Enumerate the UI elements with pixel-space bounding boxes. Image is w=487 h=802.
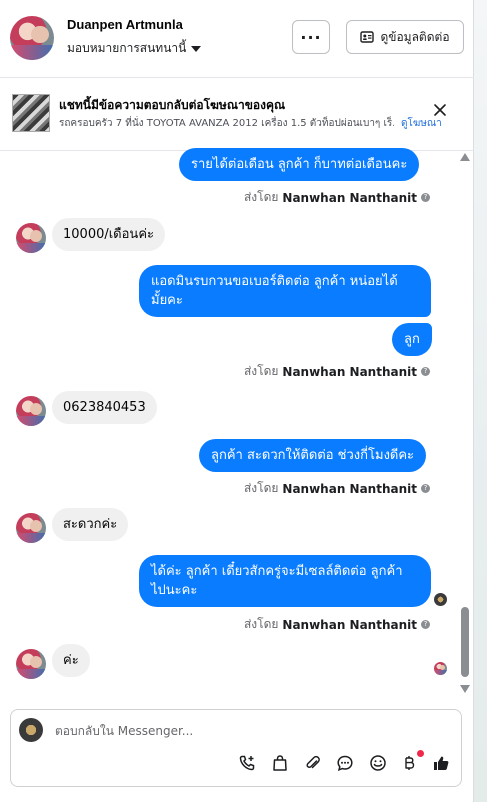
sender-name: Nanwhan Nanthanit	[282, 617, 417, 632]
outgoing-message[interactable]: ลูกค้า สะดวกให้ติดต่อ ช่วงกี่โมงดีคะ	[199, 439, 427, 472]
contact-name[interactable]: Duanpen Artmunla	[67, 17, 183, 32]
notification-dot	[417, 750, 424, 757]
message-text: 10000/เดือนค่ะ	[63, 227, 154, 242]
view-ad-link[interactable]: ดูโฆษณา	[401, 116, 442, 131]
outgoing-message[interactable]: ลูก	[392, 323, 432, 356]
ad-reply-banner: แชทนี้มีข้อความตอบกลับต่อโฆษณาของคุณ รถค…	[0, 79, 474, 151]
sender-name: Nanwhan Nanthanit	[282, 364, 417, 379]
incoming-message[interactable]: ค่ะ	[52, 644, 90, 677]
chevron-down-icon	[191, 45, 202, 52]
help-icon[interactable]: ?	[421, 484, 430, 493]
outgoing-message[interactable]: รายได้ต่อเดือน ลูกค้า ก็บาทต่อเดือนคะ	[179, 148, 420, 181]
page-avatar	[19, 718, 43, 742]
incoming-message[interactable]: 10000/เดือนค่ะ	[52, 218, 165, 251]
sent-by-prefix: ส่งโดย	[243, 364, 279, 378]
close-icon[interactable]	[433, 103, 447, 117]
chat-bubble-icon[interactable]	[334, 752, 356, 774]
contact-card-icon	[360, 31, 375, 43]
reply-input[interactable]	[55, 720, 435, 742]
contact-avatar[interactable]	[16, 649, 46, 679]
outgoing-message[interactable]: ได้ค่ะ ลูกค้า เดี๋ยวสักครู่จะมีเซลล์ติดต…	[139, 555, 431, 607]
assign-conversation-dropdown[interactable]: มอบหมายการสนทนานี้	[67, 39, 202, 58]
contact-avatar[interactable]	[10, 16, 54, 60]
sender-name: Nanwhan Nanthanit	[282, 481, 417, 496]
view-contact-label: ดูข้อมูลติดต่อ	[380, 29, 450, 44]
message-text-line: แอดมินรบกวนขอเบอร์ติดต่อ ลูกค้า หน่อยได้	[151, 274, 398, 289]
conversation-panel: Duanpen Artmunla มอบหมายการสนทนานี้ ··· …	[0, 0, 474, 802]
scroll-up-arrow[interactable]	[460, 153, 470, 161]
sent-by-label: ส่งโดย Nanwhan Nanthanit ?	[244, 479, 430, 498]
outgoing-message[interactable]: แอดมินรบกวนขอเบอร์ติดต่อ ลูกค้า หน่อยได้…	[139, 265, 431, 317]
ad-banner-text: รถครอบครัว 7 ที่นั่ง TOYOTA AVANZA 2012 …	[59, 118, 394, 129]
sent-by-label: ส่งโดย Nanwhan Nanthanit ?	[244, 362, 430, 381]
scrollbar-thumb[interactable]	[461, 607, 469, 677]
paperclip-icon[interactable]	[302, 752, 324, 774]
message-text: ลูกค้า สะดวกให้ติดต่อ ช่วงกี่โมงดีคะ	[211, 448, 415, 463]
message-text: ค่ะ	[63, 653, 79, 668]
message-text-line: ไปนะคะ	[151, 583, 198, 598]
ad-banner-title: แชทนี้มีข้อความตอบกลับต่อโฆษณาของคุณ	[59, 98, 286, 112]
sender-name: Nanwhan Nanthanit	[282, 190, 417, 205]
message-text-line: มั้ยคะ	[151, 293, 183, 308]
more-options-button[interactable]: ···	[292, 20, 330, 54]
bag-icon[interactable]	[269, 752, 291, 774]
composer-toolbar	[11, 750, 463, 780]
message-composer	[10, 709, 462, 787]
message-text: 0623840453	[63, 400, 146, 415]
message-text: รายได้ต่อเดือน ลูกค้า ก็บาทต่อเดือนคะ	[191, 157, 408, 172]
message-text: สะดวกค่ะ	[63, 517, 118, 532]
sent-by-prefix: ส่งโดย	[243, 190, 279, 204]
sent-by-label: ส่งโดย Nanwhan Nanthanit ?	[244, 188, 430, 207]
message-text-line: ได้ค่ะ ลูกค้า เดี๋ยวสักครู่จะมีเซลล์ติดต…	[151, 564, 403, 579]
help-icon[interactable]: ?	[421, 620, 430, 629]
conversation-header: Duanpen Artmunla มอบหมายการสนทนานี้ ··· …	[0, 0, 474, 78]
incoming-message[interactable]: 0623840453	[52, 391, 157, 424]
call-add-icon[interactable]	[236, 752, 258, 774]
message-thread[interactable]: รายได้ต่อเดือน ลูกค้า ก็บาทต่อเดือนคะ ส่…	[0, 148, 460, 700]
contact-seen-indicator	[434, 662, 447, 675]
message-text: ลูก	[404, 332, 420, 347]
incoming-message[interactable]: สะดวกค่ะ	[52, 508, 129, 541]
ad-thumbnail[interactable]	[12, 94, 50, 132]
sent-by-label: ส่งโดย Nanwhan Nanthanit ?	[244, 615, 430, 634]
sent-by-prefix: ส่งโดย	[243, 481, 279, 495]
emoji-icon[interactable]	[367, 752, 389, 774]
help-icon[interactable]: ?	[421, 193, 430, 202]
contact-avatar[interactable]	[16, 396, 46, 426]
thumbs-up-icon[interactable]	[430, 752, 452, 774]
contact-avatar[interactable]	[16, 223, 46, 253]
help-icon[interactable]: ?	[421, 367, 430, 376]
view-contact-button[interactable]: ดูข้อมูลติดต่อ	[346, 20, 464, 54]
contact-avatar[interactable]	[16, 513, 46, 543]
page-seen-indicator	[434, 593, 447, 606]
sent-by-prefix: ส่งโดย	[243, 617, 279, 631]
scroll-down-arrow[interactable]	[460, 685, 470, 693]
background-edge	[474, 0, 487, 802]
assign-conversation-label: มอบหมายการสนทนานี้	[67, 41, 187, 55]
